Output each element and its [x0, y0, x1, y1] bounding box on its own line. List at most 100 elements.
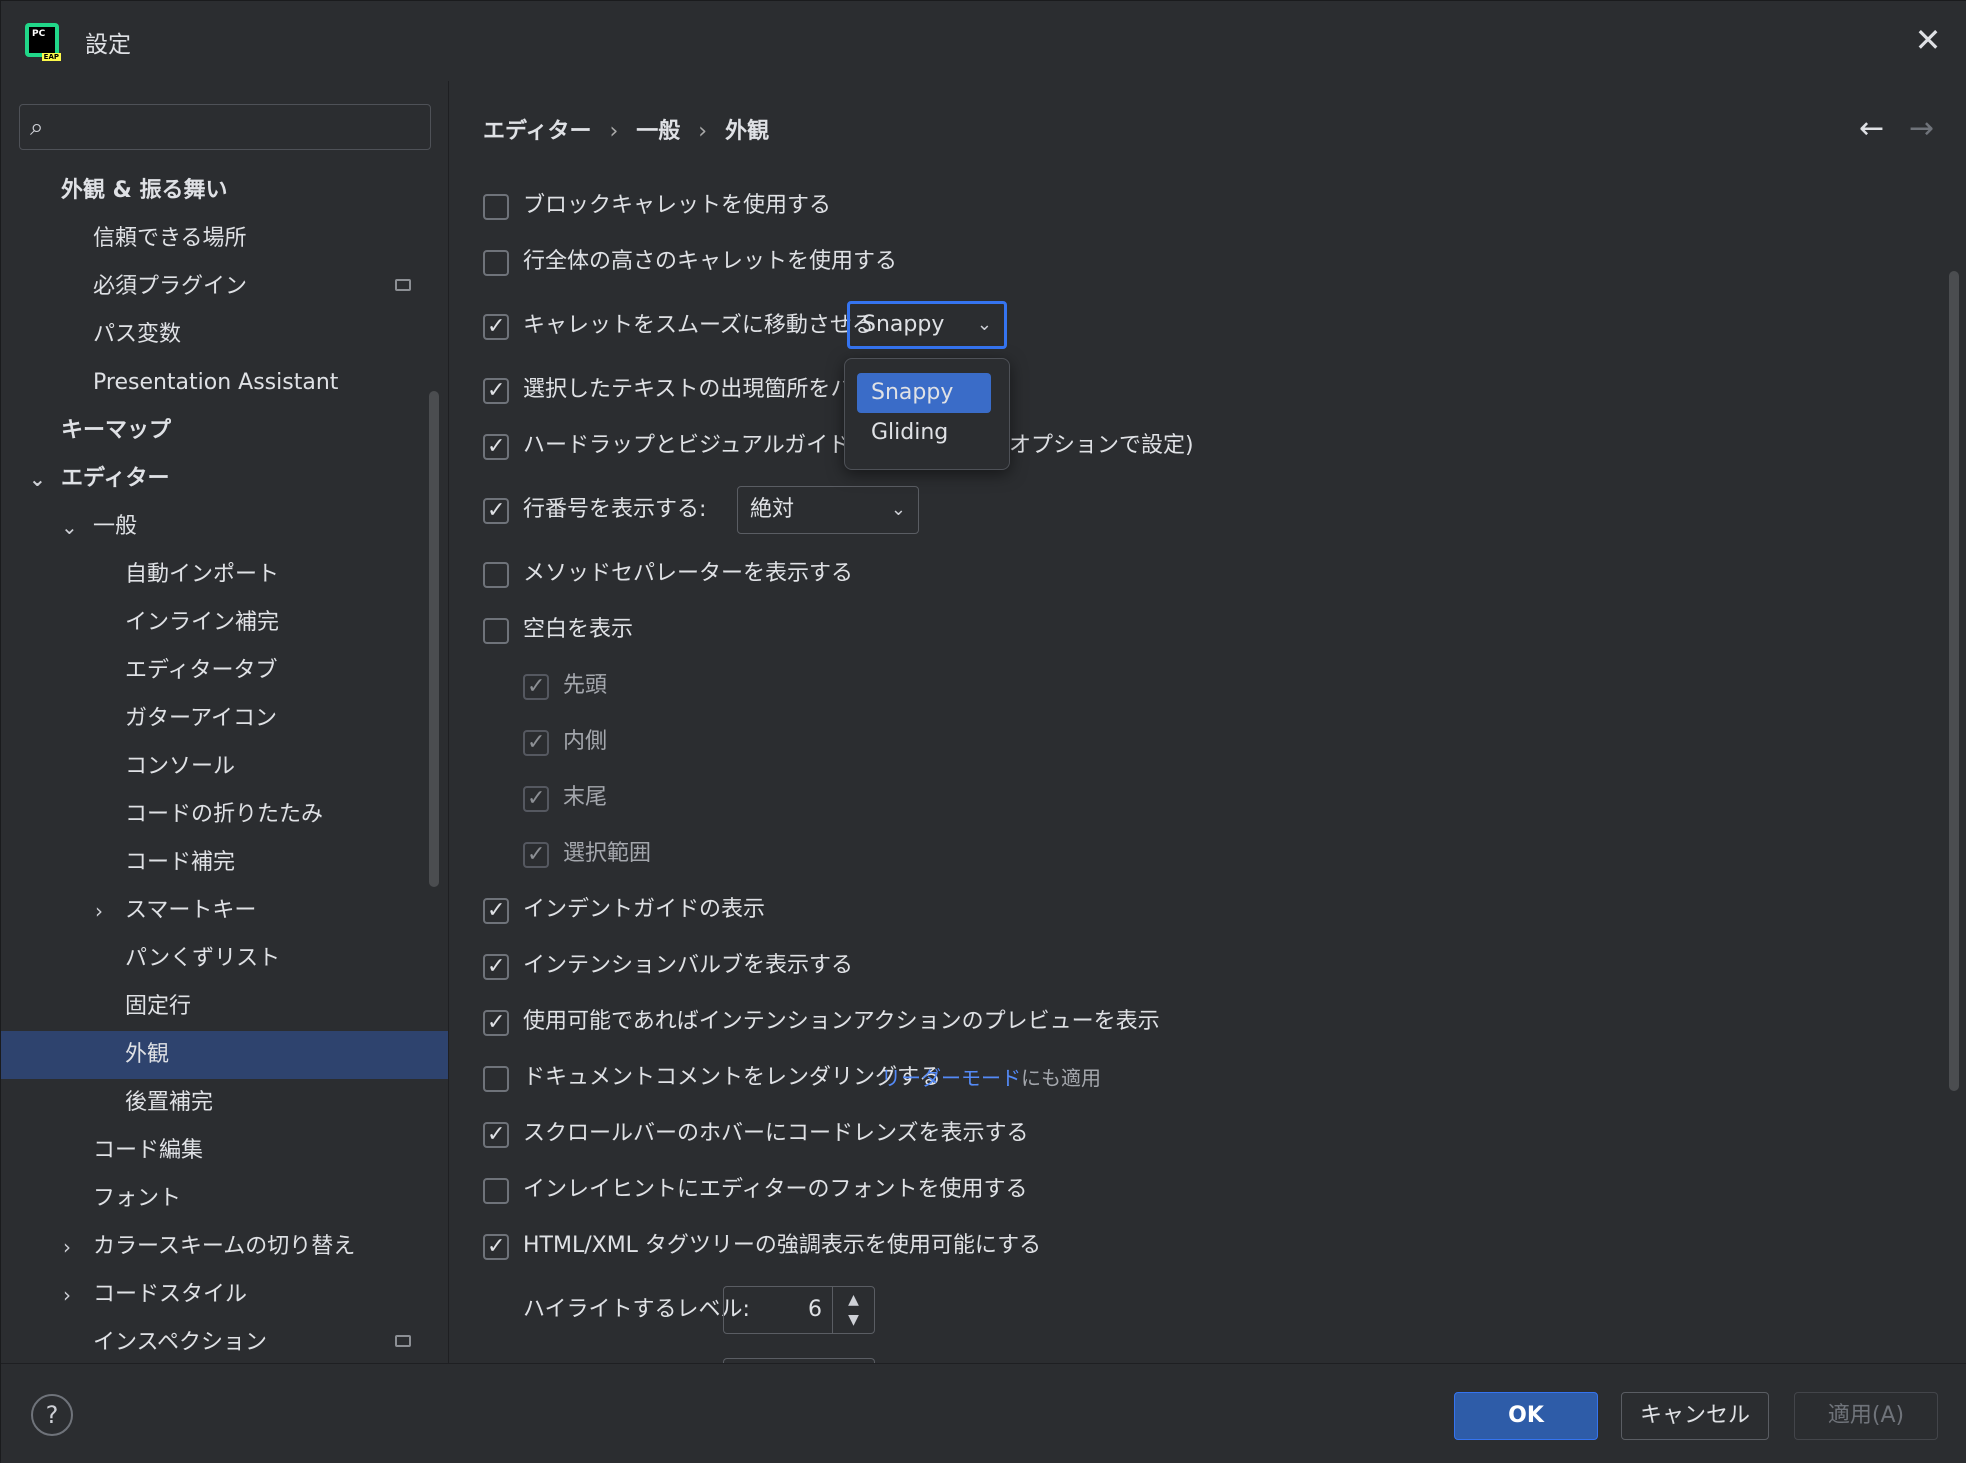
dialog-footer: ? OK キャンセル 適用(A) — [1, 1363, 1966, 1463]
settings-search-input[interactable]: ⌕ — [19, 104, 431, 150]
chevron-right-icon[interactable]: › — [63, 1223, 71, 1271]
tree-item-trusted-locations[interactable]: 信頼できる場所 — [1, 215, 448, 263]
project-level-icon — [395, 279, 411, 291]
dropdown-option-snappy[interactable]: Snappy — [857, 373, 991, 413]
tree-item-label: 固定行 — [125, 994, 192, 1019]
tree-item-label: キーマップ — [61, 418, 172, 443]
checkbox[interactable] — [483, 194, 509, 220]
tree-item-label: Presentation Assistant — [93, 370, 339, 395]
checkbox[interactable] — [483, 1115, 509, 1155]
tree-item-inline-completion[interactable]: インライン補完 — [1, 599, 448, 647]
option-label: 内側 — [563, 729, 608, 754]
line-numbers-combo[interactable]: 絶対 ⌄ — [737, 486, 919, 534]
hard-wrap-suffix: オプションで設定) — [1009, 433, 1194, 458]
tree-item-label: 自動インポート — [125, 562, 280, 587]
checkbox[interactable] — [483, 427, 509, 467]
checkbox — [523, 667, 549, 707]
tree-item-label: 一般 — [93, 514, 138, 539]
pycharm-app-icon: PC EAP — [25, 23, 61, 61]
breadcrumb-editor[interactable]: エディター — [483, 119, 591, 144]
back-arrow-icon[interactable]: ← — [1859, 111, 1884, 146]
breadcrumb-general[interactable]: 一般 — [636, 119, 680, 144]
tree-item-code-folding[interactable]: コードの折りたたみ — [1, 791, 448, 839]
app-icon-badge: EAP — [41, 53, 61, 61]
tree-item-code-completion[interactable]: コード補完 — [1, 839, 448, 887]
tree-item-font[interactable]: フォント — [1, 1175, 448, 1223]
chevron-right-icon[interactable]: › — [63, 1271, 71, 1319]
tree-item-postfix-completion[interactable]: 後置補完 — [1, 1079, 448, 1127]
tree-item-required-plugins[interactable]: 必須プラグイン — [1, 263, 448, 311]
tree-item-auto-import[interactable]: 自動インポート — [1, 551, 448, 599]
tree-item-editor[interactable]: ⌄ エディター — [1, 455, 448, 503]
option-label: スクロールバーのホバーにコードレンズを表示する — [523, 1121, 1029, 1146]
tree-item-presentation-assistant[interactable]: Presentation Assistant — [1, 359, 448, 407]
apply-button[interactable]: 適用(A) — [1794, 1392, 1938, 1440]
reader-mode-link[interactable]: リーダーモード — [881, 1066, 1021, 1090]
chevron-down-icon: ⌄ — [890, 499, 906, 520]
tree-item-breadcrumbs[interactable]: パンくずリスト — [1, 935, 448, 983]
tree-item-label: 信頼できる場所 — [93, 226, 247, 251]
tree-item-code-editing[interactable]: コード編集 — [1, 1127, 448, 1175]
option-label: 行全体の高さのキャレットを使用する — [523, 249, 898, 274]
chevron-down-icon[interactable]: ⌄ — [61, 503, 78, 551]
option-label: 選択範囲 — [563, 841, 652, 866]
tree-item-label: エディター — [61, 466, 170, 491]
option-label: 選択したテキストの出現箇所をハイ — [523, 377, 874, 402]
tree-item-label: エディタータブ — [125, 658, 278, 683]
help-icon[interactable]: ? — [31, 1394, 73, 1436]
chevron-down-icon[interactable]: ⌄ — [29, 455, 46, 503]
close-icon[interactable]: ✕ — [1907, 19, 1949, 61]
checkbox — [523, 779, 549, 819]
checkbox[interactable] — [483, 1003, 509, 1043]
tree-item-label: スマートキー — [125, 898, 257, 923]
tree-item-path-variables[interactable]: パス変数 — [1, 311, 448, 359]
cancel-button[interactable]: キャンセル — [1621, 1392, 1769, 1440]
checkbox — [523, 835, 549, 875]
sidebar-scrollbar[interactable] — [429, 391, 439, 887]
checkbox[interactable] — [483, 891, 509, 931]
tree-item-color-scheme[interactable]: › カラースキームの切り替え — [1, 1223, 448, 1271]
chevron-right-icon[interactable]: › — [95, 887, 103, 935]
checkbox[interactable] — [483, 1178, 509, 1204]
checkbox[interactable] — [483, 618, 509, 644]
option-label: 末尾 — [563, 785, 608, 810]
checkbox[interactable] — [483, 491, 509, 531]
tree-item-label: インライン補完 — [125, 610, 280, 635]
chevron-down-icon: ⌄ — [976, 314, 992, 335]
caret-movement-combo[interactable]: Snappy ⌄ — [847, 301, 1007, 349]
tree-item-label: フォント — [93, 1186, 182, 1211]
content-scrollbar[interactable] — [1949, 271, 1959, 1091]
checkbox[interactable] — [483, 1227, 509, 1267]
checkbox[interactable] — [483, 307, 509, 347]
spinner-buttons[interactable]: ▲ ▼ — [832, 1287, 874, 1333]
tree-item-smart-keys[interactable]: › スマートキー — [1, 887, 448, 935]
tree-item-code-style[interactable]: › コードスタイル — [1, 1271, 448, 1319]
tree-item-inspections[interactable]: インスペクション — [1, 1319, 448, 1363]
tree-item-appearance-behavior[interactable]: 外観 & 振る舞い — [1, 167, 448, 215]
caret-movement-dropdown: Snappy Gliding — [844, 358, 1010, 470]
checkbox[interactable] — [483, 371, 509, 411]
tree-item-appearance[interactable]: 外観 — [1, 1031, 448, 1079]
tree-item-keymap[interactable]: キーマップ — [1, 407, 448, 455]
checkbox[interactable] — [483, 1066, 509, 1092]
checkbox[interactable] — [483, 250, 509, 276]
checkbox[interactable] — [483, 562, 509, 588]
option-label: 使用可能であればインテンションアクションのプレビューを表示 — [523, 1009, 1160, 1034]
tree-item-console[interactable]: コンソール — [1, 743, 448, 791]
option-label: ブロックキャレットを使用する — [523, 193, 832, 218]
tree-item-general[interactable]: ⌄ 一般 — [1, 503, 448, 551]
spinner-down-icon[interactable]: ▼ — [833, 1310, 874, 1330]
breadcrumb-separator: › — [609, 119, 619, 144]
reader-mode-hint: リーダーモードにも適用 — [881, 1058, 1101, 1098]
option-label: ドキュメントコメントをレンダリングする — [523, 1065, 942, 1090]
checkbox[interactable] — [483, 947, 509, 987]
spinner-up-icon[interactable]: ▲ — [833, 1290, 874, 1310]
tree-item-gutter-icons[interactable]: ガターアイコン — [1, 695, 448, 743]
highlight-level-spinner[interactable]: 6 ▲ ▼ — [723, 1286, 875, 1334]
ok-button[interactable]: OK — [1454, 1392, 1598, 1440]
dropdown-option-gliding[interactable]: Gliding — [857, 413, 991, 453]
forward-arrow-icon[interactable]: → — [1909, 111, 1934, 146]
tree-item-editor-tabs[interactable]: エディタータブ — [1, 647, 448, 695]
tree-item-sticky-lines[interactable]: 固定行 — [1, 983, 448, 1031]
option-label: HTML/XML タグツリーの強調表示を使用可能にする — [523, 1233, 1042, 1258]
